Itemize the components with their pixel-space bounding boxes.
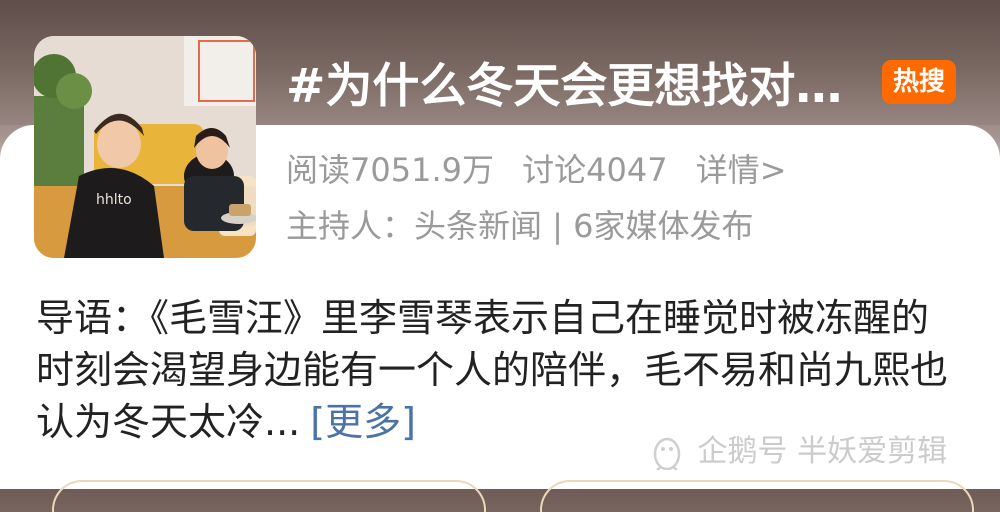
next-card-left[interactable] [52, 480, 486, 512]
watermark: 企鹅号 半妖爱剪辑 [652, 430, 947, 474]
details-link[interactable]: 详情> [696, 151, 787, 189]
read-count: 阅读7051.9万 [286, 151, 494, 189]
shirt-text: hhlto [96, 192, 132, 208]
stats-row: 阅读7051.9万 讨论4047 详情> [286, 148, 805, 192]
watermark-text: 企鹅号 半妖爱剪辑 [697, 434, 948, 469]
next-card-right[interactable] [540, 480, 974, 512]
topic-title[interactable]: #为什么冬天会更想找对… [286, 58, 876, 116]
thumbnail-image: hhlto [34, 36, 256, 258]
intro-paragraph: 导语：《毛雪汪》里李雪琴表示自己在睡觉时被冻醒的时刻会渴望身边能有一个人的陪伴，… [36, 292, 966, 448]
discussion-count: 讨论4047 [522, 151, 668, 189]
more-link[interactable]: [更多] [310, 400, 416, 444]
penguin-icon [653, 437, 681, 471]
intro-text: 导语：《毛雪汪》里李雪琴表示自己在睡觉时被冻醒的时刻会渴望身边能有一个人的陪伴，… [36, 296, 949, 444]
host-line: 主持人：头条新闻 | 6家媒体发布 [286, 207, 754, 245]
topic-thumbnail[interactable]: hhlto [34, 36, 256, 258]
hot-search-badge: 热搜 [882, 60, 956, 104]
